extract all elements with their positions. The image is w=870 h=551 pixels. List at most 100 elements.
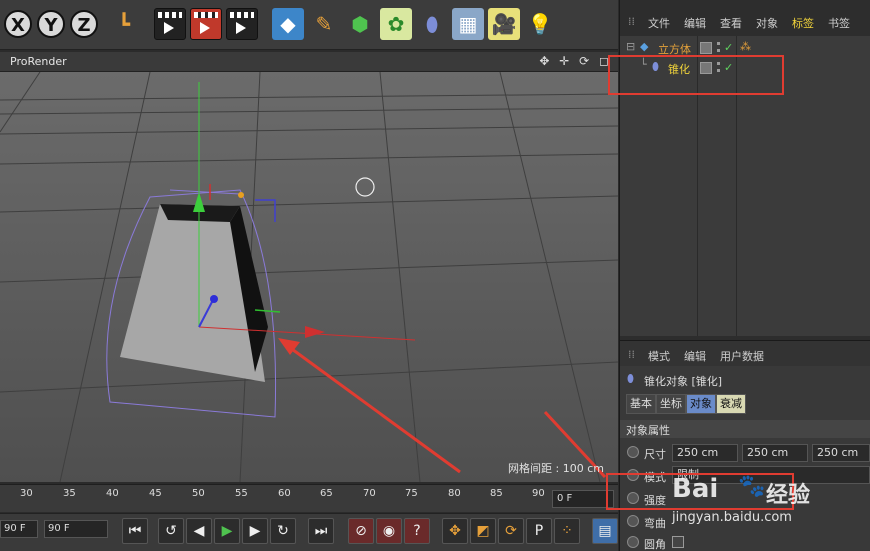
goto-start-button[interactable]: ⏮ [122,518,148,544]
timeline-tick: 55 [235,488,248,499]
fillet-checkbox[interactable] [672,536,684,548]
goto-end-button[interactable]: ⏭ [308,518,334,544]
timeline-tick: 40 [106,488,119,499]
rotate-key-button[interactable]: ⟳ [498,518,524,544]
timeline-tick: 30 [20,488,33,499]
menu-objects[interactable]: 对象 [756,15,778,31]
timeline-tick: 45 [149,488,162,499]
menu-file[interactable]: 文件 [648,15,670,31]
grid-spacing-label: 网格间距 : 100 cm [508,462,604,475]
end-frame-field[interactable]: 90 F [44,520,108,538]
current-frame-field[interactable]: 0 F [552,490,614,508]
render-settings-icon[interactable] [226,8,258,40]
3d-viewport[interactable]: ProRender ✥ ✛ ⟳ ◻ 网格间距: 100 cm [0,52,618,482]
scene-canvas[interactable] [0,72,618,482]
x-axis-toggle[interactable]: X [4,10,32,38]
start-frame-field[interactable]: 90 F [0,520,38,538]
main-toolbar: X Y Z ┗ ◆ ✎ ⬢ ✿ ⬮ ▦ 🎥 💡 [0,0,618,50]
param-key-button[interactable]: P [526,518,552,544]
watermark-url: jingyan.baidu.com [672,510,792,525]
play-button[interactable]: ▶ [214,518,240,544]
render-engine-label: ProRender [10,55,67,68]
visibility-dots[interactable] [717,42,721,52]
panel-grip-icon: ⁞⁞ [628,15,635,28]
auto-key-button[interactable]: ◉ [376,518,402,544]
tab-coordinates[interactable]: 坐标 [656,394,686,414]
y-axis-toggle[interactable]: Y [37,10,65,38]
tab-basic[interactable]: 基本 [626,394,656,414]
floor-icon[interactable]: ▦ [452,8,484,40]
film-strip-button[interactable]: ▤ [592,518,618,544]
watermark-brand-suffix: 经验 [766,483,811,508]
camera-icon[interactable]: 🎥 [488,8,520,40]
timeline-tick: 60 [278,488,291,499]
size-y-field[interactable]: 250 cm [742,444,808,462]
watermark-brand: Bai [672,474,719,504]
section-title: 对象属性 [626,424,670,437]
watermark-paw-icon: 🐾 [738,474,766,499]
fillet-label: 圆角 [644,538,666,551]
cube-icon[interactable]: ◆ [272,8,304,40]
menu-mode[interactable]: 模式 [648,348,670,364]
object-title: 锥化对象 [锥化] [644,375,723,388]
prev-frame-button[interactable]: ◀ [186,518,212,544]
taper-object-icon: ⬮ [627,372,634,385]
timeline-tick: 65 [320,488,333,499]
transport-bar: 90 F 90 F ⏮ ↺ ◀ ▶ ▶ ↻ ⏭ ⊘ ◉ ? ✥ ◩ ⟳ P ⁘ … [0,513,618,551]
viewport-header: ProRender ✥ ✛ ⟳ ◻ [0,52,618,72]
tab-object[interactable]: 对象 [686,394,716,414]
pen-icon[interactable]: ✎ [308,8,340,40]
keyframe-radio[interactable] [627,515,639,527]
next-frame-button[interactable]: ▶ [242,518,268,544]
timeline-ruler[interactable]: 30 35 40 45 50 55 60 65 70 75 80 85 90 0… [0,484,618,512]
menu-edit[interactable]: 编辑 [684,348,706,364]
curve-label: 弯曲 [644,517,666,530]
size-z-field[interactable]: 250 cm [812,444,870,462]
size-label: 尺寸 [644,448,666,461]
mograph-cloner-icon[interactable]: ✿ [380,8,412,40]
cube-object-icon: ◆ [640,40,649,53]
render-picture-viewer-icon[interactable] [190,8,222,40]
menu-bookmarks[interactable]: 书签 [828,15,850,31]
z-axis-handle[interactable] [210,295,218,303]
light-icon[interactable]: 💡 [524,8,556,40]
timeline-tick: 70 [363,488,376,499]
layer-checkbox[interactable] [700,42,712,54]
z-axis-toggle[interactable]: Z [70,10,98,38]
panel-grip-icon: ⁞⁞ [628,348,635,361]
keyframe-selection-button[interactable]: ? [404,518,430,544]
record-key-button[interactable]: ⊘ [348,518,374,544]
point-level-key-button[interactable]: ⁘ [554,518,580,544]
attribute-manager-menu: ⁞⁞ 模式 编辑 用户数据 [620,340,870,366]
taper-handle[interactable] [238,192,244,198]
keyframe-radio[interactable] [627,536,639,548]
keyframe-radio[interactable] [627,446,639,458]
scale-key-button[interactable]: ◩ [470,518,496,544]
menu-edit[interactable]: 编辑 [684,15,706,31]
menu-user-data[interactable]: 用户数据 [720,348,764,364]
attribute-tabs: 基本 坐标 对象 衰减 [626,394,866,414]
timeline-tick: 80 [448,488,461,499]
menu-tags[interactable]: 标签 [792,15,814,31]
tree-expand-icon[interactable]: ⊟ [626,40,635,53]
coordinate-system-icon[interactable]: ┗ [108,8,140,40]
object-manager-menu: ⁞⁞ 文件 编辑 查看 对象 标签 书签 [620,9,870,33]
section-header: 对象属性 [620,420,870,438]
prev-key-button[interactable]: ↺ [158,518,184,544]
next-key-button[interactable]: ↻ [270,518,296,544]
menu-view[interactable]: 查看 [720,15,742,31]
render-view-icon[interactable] [154,8,186,40]
timeline-tick: 85 [490,488,503,499]
move-key-button[interactable]: ✥ [442,518,468,544]
subdivision-icon[interactable]: ⬢ [344,8,376,40]
timeline-tick: 35 [63,488,76,499]
viewport-nav-icons[interactable]: ✥ ✛ ⟳ ◻ [539,54,612,68]
annotation-box-object [608,55,784,95]
size-x-field[interactable]: 250 cm [672,444,738,462]
timeline-tick: 50 [192,488,205,499]
enabled-check-icon[interactable]: ✓ [724,41,733,54]
tab-falloff[interactable]: 衰减 [716,394,746,414]
deformer-icon[interactable]: ⬮ [416,8,448,40]
app-window: X Y Z ┗ ◆ ✎ ⬢ ✿ ⬮ ▦ 🎥 💡 ProRender ✥ ✛ ⟳ … [0,0,870,551]
material-tag-icon[interactable]: ⁂ [740,40,751,53]
